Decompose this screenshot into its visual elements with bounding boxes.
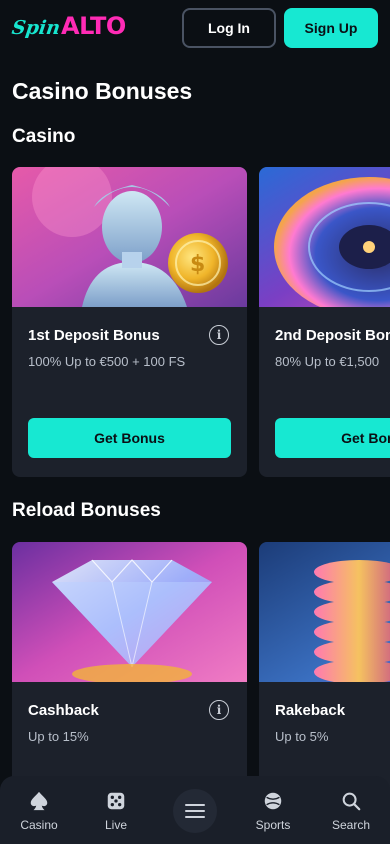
nav-label: Casino: [20, 818, 58, 832]
nav-label: Sports: [255, 818, 291, 832]
nav-label: Live: [104, 818, 127, 832]
bonus-card-first-deposit[interactable]: $ 1st Deposit Bonus i 100% Up to €500 + …: [12, 167, 247, 477]
nav-item-sports[interactable]: Sports: [243, 790, 303, 832]
search-icon: [342, 792, 361, 811]
get-bonus-button[interactable]: Get Bonus: [275, 418, 390, 458]
section-title-reload: Reload Bonuses: [12, 500, 161, 521]
logo-spin-text: Spin: [10, 17, 62, 39]
spade-icon: [30, 791, 48, 811]
section-title-casino: Casino: [12, 126, 76, 147]
nav-item-search[interactable]: Search: [321, 790, 381, 832]
cashback-image: [12, 542, 247, 682]
page: Spin ALTO Log In Sign Up Casino Bonuses …: [0, 0, 390, 844]
logo[interactable]: Spin ALTO: [10, 12, 126, 44]
get-bonus-button[interactable]: Get Bonus: [28, 418, 231, 458]
info-icon[interactable]: i: [209, 700, 229, 720]
info-icon[interactable]: i: [209, 325, 229, 345]
card-title: 1st Deposit Bonus: [28, 327, 160, 344]
header: Spin ALTO Log In Sign Up: [0, 0, 390, 58]
page-title: Casino Bonuses: [12, 78, 193, 104]
bonus-card-cashback[interactable]: Cashback i Up to 15%: [12, 542, 247, 802]
rakeback-image: [259, 542, 390, 682]
card-subtitle: 100% Up to €500 + 100 FS: [28, 354, 186, 369]
nav-label: Search: [331, 818, 371, 832]
nav-item-casino[interactable]: Casino: [9, 790, 69, 832]
menu-icon: [185, 804, 205, 818]
bonus-card-rakeback[interactable]: Rakeback Up to 5%: [259, 542, 390, 802]
ball-icon: [264, 792, 282, 810]
card-title: 2nd Deposit Bonus: [275, 327, 390, 344]
second-deposit-image: [259, 167, 390, 307]
card-subtitle: 80% Up to €1,500: [275, 354, 380, 369]
svg-text:$: $: [190, 252, 205, 277]
nav-item-live[interactable]: Live: [86, 790, 146, 832]
first-deposit-image: $: [12, 167, 247, 307]
card-subtitle: Up to 15%: [28, 729, 89, 744]
card-subtitle: Up to 5%: [275, 729, 329, 744]
login-button[interactable]: Log In: [182, 8, 276, 48]
bonus-card-second-deposit[interactable]: 2nd Deposit Bonus 80% Up to €1,500 Get B…: [259, 167, 390, 477]
logo-alto-text: ALTO: [61, 12, 126, 40]
bottom-nav: Casino Live Sports Search: [0, 776, 390, 844]
dice-icon: [107, 792, 125, 810]
signup-button[interactable]: Sign Up: [284, 8, 378, 48]
card-title: Cashback: [28, 702, 99, 719]
menu-button[interactable]: [173, 789, 217, 833]
card-title: Rakeback: [275, 702, 346, 719]
